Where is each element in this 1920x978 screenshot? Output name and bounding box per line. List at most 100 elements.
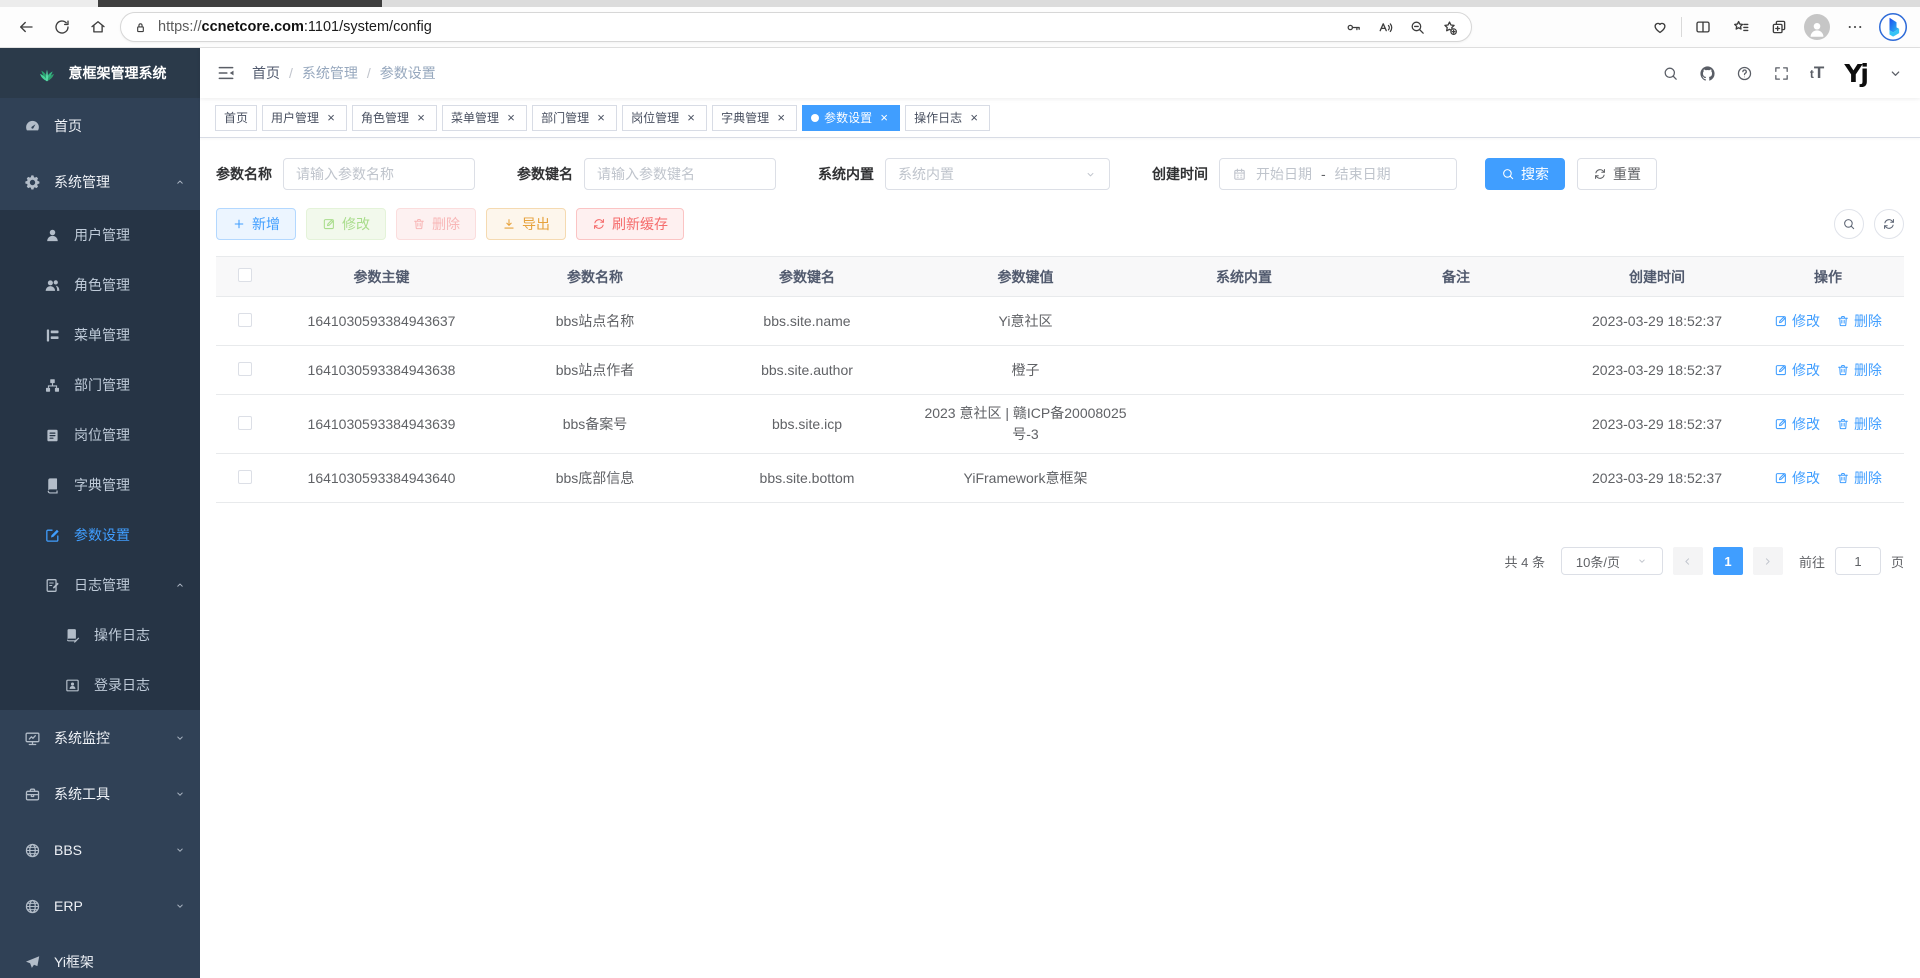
sidebar-item-param-settings[interactable]: 参数设置 [0, 510, 200, 560]
param-key-input[interactable] [584, 158, 776, 190]
sidebar-item-system-mgmt[interactable]: 系统管理 [0, 154, 200, 210]
close-icon[interactable]: × [504, 111, 518, 125]
help-icon[interactable] [1736, 65, 1753, 82]
reset-button[interactable]: 重置 [1577, 158, 1657, 190]
tab-param-settings[interactable]: 参数设置 × [802, 105, 900, 131]
select-all-checkbox[interactable] [238, 268, 252, 282]
sidebar-item-dept-mgmt[interactable]: 部门管理 [0, 360, 200, 410]
fullscreen-icon[interactable] [1773, 65, 1790, 82]
url-text[interactable]: https://ccnetcore.com:1101/system/config [158, 19, 1337, 35]
delete-button[interactable]: 删除 [396, 208, 476, 240]
lock-icon[interactable] [133, 20, 148, 35]
sidebar-item-bbs[interactable]: BBS [0, 822, 200, 878]
tab-user-mgmt[interactable]: 用户管理 × [262, 105, 347, 131]
tab-operation-log[interactable]: 操作日志 × [905, 105, 990, 131]
key-icon[interactable] [1337, 13, 1369, 41]
sidebar-item-login-log[interactable]: 登录日志 [0, 660, 200, 710]
row-checkbox[interactable] [238, 470, 252, 484]
search-button[interactable]: 搜索 [1485, 158, 1565, 190]
builtin-select[interactable]: 系统内置 [885, 158, 1110, 190]
favorites-bar-icon[interactable] [1722, 10, 1760, 44]
profile-avatar[interactable] [1804, 14, 1830, 40]
search-icon[interactable] [1662, 65, 1679, 82]
close-icon[interactable]: × [414, 111, 428, 125]
prev-page-button[interactable] [1673, 547, 1703, 575]
delete-row-link[interactable]: 删除 [1836, 311, 1882, 331]
back-icon[interactable] [8, 10, 44, 44]
caret-down-icon[interactable] [1887, 65, 1904, 82]
row-select-cell [216, 346, 274, 395]
close-icon[interactable]: × [967, 111, 981, 125]
sidebar-item-dict-mgmt[interactable]: 字典管理 [0, 460, 200, 510]
download-icon [502, 217, 516, 231]
split-screen-icon[interactable] [1684, 10, 1722, 44]
delete-row-link[interactable]: 删除 [1836, 414, 1882, 434]
sidebar-item-operation-log[interactable]: 操作日志 [0, 610, 200, 660]
sidebar-item-tools[interactable]: 系统工具 [0, 766, 200, 822]
date-range-picker[interactable]: 开始日期 - 结束日期 [1219, 158, 1457, 190]
param-name-input[interactable] [283, 158, 475, 190]
delete-row-link[interactable]: 删除 [1836, 360, 1882, 380]
close-icon[interactable]: × [877, 111, 891, 125]
address-bar[interactable]: https://ccnetcore.com:1101/system/config [120, 12, 1472, 42]
close-icon[interactable]: × [594, 111, 608, 125]
cell-remark [1350, 346, 1562, 395]
toggle-search-button[interactable] [1834, 209, 1864, 239]
sidebar-item-user-mgmt[interactable]: 用户管理 [0, 210, 200, 260]
sidebar-collapse-icon[interactable] [216, 63, 236, 83]
edit-row-link[interactable]: 修改 [1774, 311, 1820, 331]
edit-row-link[interactable]: 修改 [1774, 414, 1820, 434]
home-icon[interactable] [80, 10, 116, 44]
edit-row-link[interactable]: 修改 [1774, 360, 1820, 380]
sidebar-item-erp[interactable]: ERP [0, 878, 200, 934]
app-logo[interactable]: 意框架管理系统 [0, 48, 200, 98]
row-checkbox[interactable] [238, 416, 252, 430]
sidebar-item-log-mgmt[interactable]: 日志管理 [0, 560, 200, 610]
sidebar-item-label: 首页 [54, 116, 186, 136]
filter-key-label: 参数键名 [517, 164, 573, 184]
breadcrumb-home[interactable]: 首页 [252, 63, 280, 83]
favorite-add-icon[interactable] [1433, 13, 1465, 41]
more-icon[interactable] [1836, 10, 1874, 44]
row-checkbox[interactable] [238, 362, 252, 376]
sidebar-item-yi-framework[interactable]: Yi框架 [0, 934, 200, 978]
sidebar-item-label: 岗位管理 [74, 425, 186, 445]
sidebar-item-menu-mgmt[interactable]: 菜单管理 [0, 310, 200, 360]
add-button[interactable]: 新增 [216, 208, 296, 240]
tab-dict-mgmt[interactable]: 字典管理 × [712, 105, 797, 131]
copilot-icon[interactable] [1874, 10, 1912, 44]
tab-role-mgmt[interactable]: 角色管理 × [352, 105, 437, 131]
next-page-button[interactable] [1753, 547, 1783, 575]
delete-row-link[interactable]: 删除 [1836, 468, 1882, 488]
browser-essentials-icon[interactable] [1641, 10, 1679, 44]
close-icon[interactable]: × [324, 111, 338, 125]
refresh-table-button[interactable] [1874, 209, 1904, 239]
sidebar-item-home[interactable]: 首页 [0, 98, 200, 154]
breadcrumb-system[interactable]: 系统管理 [302, 63, 358, 83]
edit-row-link[interactable]: 修改 [1774, 468, 1820, 488]
tab-menu-mgmt[interactable]: 菜单管理 × [442, 105, 527, 131]
collections-icon[interactable] [1760, 10, 1798, 44]
page-number-1[interactable]: 1 [1713, 547, 1743, 575]
refresh-cache-button[interactable]: 刷新缓存 [576, 208, 684, 240]
user-logo[interactable]: Yj [1844, 61, 1867, 86]
refresh-icon[interactable] [44, 10, 80, 44]
tab-post-mgmt[interactable]: 岗位管理 × [622, 105, 707, 131]
sidebar-item-role-mgmt[interactable]: 角色管理 [0, 260, 200, 310]
edit-button[interactable]: 修改 [306, 208, 386, 240]
goto-page-input[interactable] [1835, 547, 1881, 575]
close-icon[interactable]: × [684, 111, 698, 125]
close-icon[interactable]: × [774, 111, 788, 125]
tab-home[interactable]: 首页 [215, 105, 257, 131]
font-size-icon[interactable]: tT [1810, 63, 1824, 83]
page-size-select[interactable]: 10条/页 [1561, 547, 1663, 575]
export-button[interactable]: 导出 [486, 208, 566, 240]
sidebar-item-post-mgmt[interactable]: 岗位管理 [0, 410, 200, 460]
zoom-out-icon[interactable] [1401, 13, 1433, 41]
read-aloud-icon[interactable] [1369, 13, 1401, 41]
sidebar-item-monitoring[interactable]: 系统监控 [0, 710, 200, 766]
cell-param-name: bbs底部信息 [489, 454, 701, 503]
tab-dept-mgmt[interactable]: 部门管理 × [532, 105, 617, 131]
row-checkbox[interactable] [238, 313, 252, 327]
github-icon[interactable] [1699, 65, 1716, 82]
